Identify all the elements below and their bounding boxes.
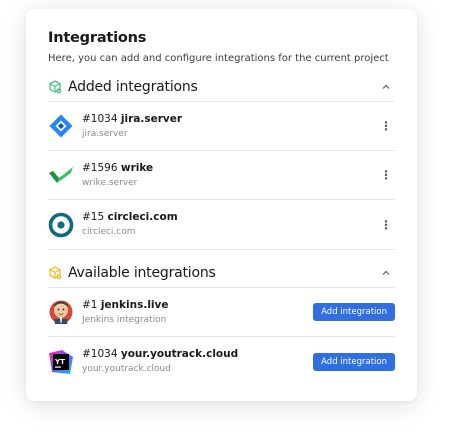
integration-title: #1 jenkins.live — [82, 299, 313, 312]
integration-id: #1034 — [82, 348, 118, 360]
integration-info: #1596 wrike wrike.server — [82, 162, 379, 189]
integration-name: circleci.com — [107, 211, 178, 223]
integration-id: #15 — [82, 211, 105, 223]
integration-id: #1034 — [82, 112, 118, 125]
added-integrations-list: #1034 jira.server jira.server ⋮ #1596 wr… — [48, 101, 395, 249]
integration-row-wrike: #1596 wrike wrike.server ⋮ — [48, 151, 395, 200]
added-integrations-title: Added integrations — [68, 78, 198, 95]
page-title: Integrations — [48, 30, 147, 46]
chevron-up-icon[interactable] — [379, 80, 393, 94]
integration-title: #1596 wrike — [82, 162, 379, 175]
available-integrations-list: #1 jenkins.live Jenkins integration Add … — [48, 287, 395, 386]
available-integrations-header[interactable]: Available integrations — [48, 258, 395, 287]
integration-row-youtrack: YT #1034 your.youtrack.cloud your.youtra… — [48, 337, 395, 386]
add-integration-button[interactable]: Add integration — [313, 303, 395, 321]
page-subtitle: Here, you can add and configure integrat… — [48, 53, 389, 64]
integration-detail: circleci.com — [82, 227, 136, 237]
wrike-icon — [48, 162, 74, 188]
integration-row-jira: #1034 jira.server jira.server ⋮ — [48, 102, 395, 151]
integration-id: #1596 — [82, 161, 118, 174]
integration-title: #1034 jira.server — [82, 113, 379, 126]
cube-check-icon — [48, 79, 62, 94]
chevron-up-icon[interactable] — [379, 266, 393, 280]
added-integrations-header[interactable]: Added integrations — [48, 72, 395, 101]
integration-row-circleci: #15 circleci.com circleci.com ⋮ — [48, 200, 395, 249]
integration-name: jira.server — [120, 112, 183, 125]
add-integration-button[interactable]: Add integration — [313, 352, 395, 371]
integration-detail: wrike.server — [82, 177, 138, 188]
integration-title: #15 circleci.com — [82, 211, 379, 224]
available-integrations-title: Available integrations — [68, 264, 216, 281]
integration-row-jenkins: #1 jenkins.live Jenkins integration Add … — [48, 288, 395, 337]
integration-detail: Jenkins integration — [82, 314, 167, 325]
more-options-icon[interactable]: ⋮ — [379, 216, 393, 234]
youtrack-icon: YT — [48, 349, 74, 375]
circleci-icon — [48, 212, 74, 238]
integrations-card: Integrations Here, you can add and confi… — [26, 9, 417, 401]
cube-plus-icon — [48, 265, 62, 280]
jenkins-icon — [48, 299, 74, 325]
integration-id: #1 — [82, 298, 98, 311]
integration-name: your.youtrack.cloud — [120, 348, 239, 360]
integration-name: jenkins.live — [100, 298, 169, 311]
integration-info: #1034 your.youtrack.cloud your.youtrack.… — [82, 348, 313, 375]
integration-detail: jira.server — [82, 128, 128, 139]
youtrack-logo-text: YT — [54, 358, 65, 366]
integration-info: #1034 jira.server jira.server — [82, 113, 379, 140]
more-options-icon[interactable]: ⋮ — [379, 117, 393, 135]
more-options-icon[interactable]: ⋮ — [379, 166, 393, 184]
jira-icon — [48, 113, 74, 139]
integration-detail: your.youtrack.cloud — [82, 364, 171, 374]
integration-title: #1034 your.youtrack.cloud — [82, 348, 313, 361]
integration-info: #15 circleci.com circleci.com — [82, 211, 379, 238]
integration-name: wrike — [120, 161, 154, 174]
integration-info: #1 jenkins.live Jenkins integration — [82, 299, 313, 326]
